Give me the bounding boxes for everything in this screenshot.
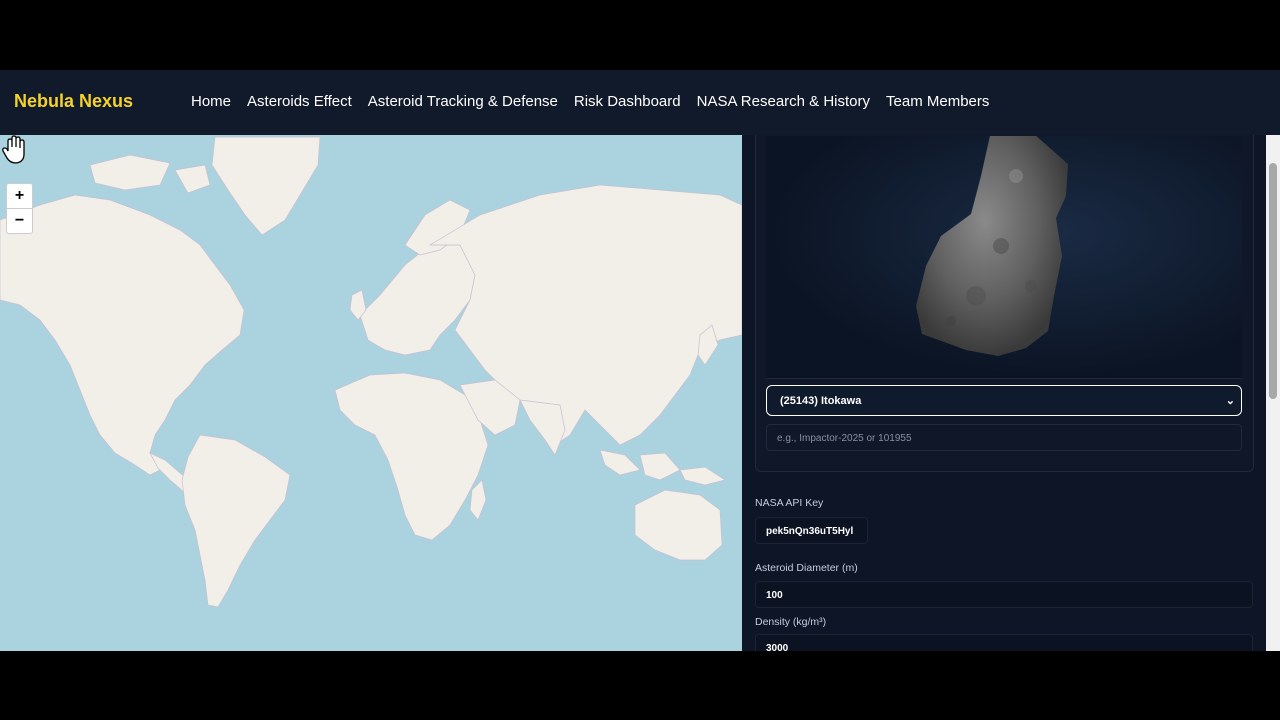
asteroid-select-value: (25143) Itokawa: [780, 395, 862, 407]
asteroid-model: [916, 135, 1068, 356]
nav-links: Home Asteroids Effect Asteroid Tracking …: [191, 93, 1005, 110]
api-key-field[interactable]: pek5nQn36uT5Hyl: [755, 517, 868, 544]
nav-link-risk-dashboard[interactable]: Risk Dashboard: [574, 93, 681, 110]
asteroid-card: (25143) Itokawa ⌄ e.g., Impactor-2025 or…: [755, 135, 1254, 472]
asteroid-select[interactable]: (25143) Itokawa ⌄: [766, 385, 1242, 416]
nav-link-nasa-research[interactable]: NASA Research & History: [697, 93, 870, 110]
nav-link-home[interactable]: Home: [191, 93, 231, 110]
asteroid-panel: (25143) Itokawa ⌄ e.g., Impactor-2025 or…: [742, 135, 1266, 651]
diameter-label: Asteroid Diameter (m): [755, 562, 858, 574]
navbar: Nebula Nexus Home Asteroids Effect Aster…: [0, 70, 1280, 135]
diameter-field[interactable]: 100: [755, 581, 1253, 608]
nav-link-asteroids-effect[interactable]: Asteroids Effect: [247, 93, 352, 110]
chevron-down-icon: ⌄: [1225, 395, 1235, 407]
zoom-in-button[interactable]: +: [7, 184, 32, 209]
world-map[interactable]: + −: [0, 135, 742, 651]
brand-logo[interactable]: Nebula Nexus: [14, 91, 133, 112]
density-field[interactable]: 3000: [755, 634, 1253, 651]
map-tiles: [0, 135, 742, 651]
panel-scrollbar[interactable]: [1266, 135, 1280, 651]
nav-link-team-members[interactable]: Team Members: [886, 93, 989, 110]
grab-hand-cursor-icon: [2, 135, 25, 164]
asteroid-3d-viewer[interactable]: [766, 135, 1242, 379]
scrollbar-thumb[interactable]: [1269, 163, 1277, 399]
density-label: Density (kg/m³): [755, 616, 827, 628]
zoom-control: + −: [6, 183, 33, 234]
app: Nebula Nexus Home Asteroids Effect Aster…: [0, 70, 1280, 651]
api-key-label: NASA API Key: [755, 497, 824, 509]
nav-link-tracking-defense[interactable]: Asteroid Tracking & Defense: [368, 93, 558, 110]
asteroid-search-input[interactable]: e.g., Impactor-2025 or 101955: [766, 424, 1242, 451]
letterbox-top: [0, 0, 1280, 70]
zoom-out-button[interactable]: −: [7, 209, 32, 233]
letterbox-bottom: [0, 651, 1280, 720]
